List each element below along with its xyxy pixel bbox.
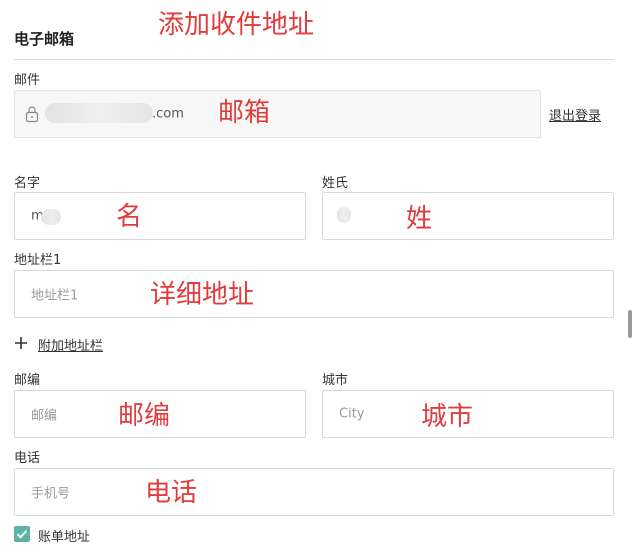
- postcode-placeholder: 邮编: [31, 408, 58, 424]
- plus-icon[interactable]: [14, 335, 28, 349]
- phone-label: 电话: [14, 451, 41, 466]
- last-name-input[interactable]: [322, 192, 614, 240]
- phone-placeholder: 手机号: [31, 486, 71, 502]
- annotation-email: 邮箱: [218, 98, 271, 128]
- annotation-phone: 电话: [145, 478, 198, 508]
- city-label: 城市: [322, 373, 349, 388]
- email-field: .com: [14, 90, 541, 138]
- email-value-suffix: .com: [152, 106, 184, 122]
- first-name-label: 名字: [14, 176, 41, 191]
- scrollbar-thumb[interactable]: [628, 310, 632, 338]
- annotation-address: 详细地址: [150, 280, 255, 310]
- postcode-label: 邮编: [14, 373, 41, 388]
- address1-label: 地址栏1: [14, 253, 62, 268]
- address1-placeholder: 地址栏1: [31, 288, 79, 304]
- divider: [14, 59, 614, 60]
- annotation-first-name: 名: [116, 202, 143, 232]
- first-name-redacted: [41, 209, 61, 225]
- email-redacted: [45, 103, 153, 123]
- address1-input[interactable]: 地址栏1: [14, 270, 614, 318]
- phone-input[interactable]: 手机号: [14, 468, 614, 516]
- annotation-last-name: 姓: [406, 204, 433, 234]
- last-name-label: 姓氏: [322, 176, 349, 191]
- logout-link[interactable]: 退出登录: [549, 105, 601, 124]
- first-name-input[interactable]: m: [14, 192, 306, 240]
- lock-icon: [25, 105, 39, 123]
- city-placeholder: City: [339, 406, 365, 422]
- section-title: 电子邮箱: [14, 30, 75, 48]
- email-label: 邮件: [14, 73, 41, 88]
- billing-label: 账单地址: [38, 530, 91, 545]
- annotation-postcode: 邮编: [118, 401, 171, 431]
- add-address-line-link[interactable]: 附加地址栏: [38, 335, 103, 354]
- billing-checkbox[interactable]: [14, 526, 30, 542]
- check-icon: [16, 530, 28, 539]
- last-name-redacted: [337, 207, 351, 223]
- annotation-title: 添加收件地址: [158, 10, 315, 40]
- annotation-city: 城市: [421, 402, 474, 432]
